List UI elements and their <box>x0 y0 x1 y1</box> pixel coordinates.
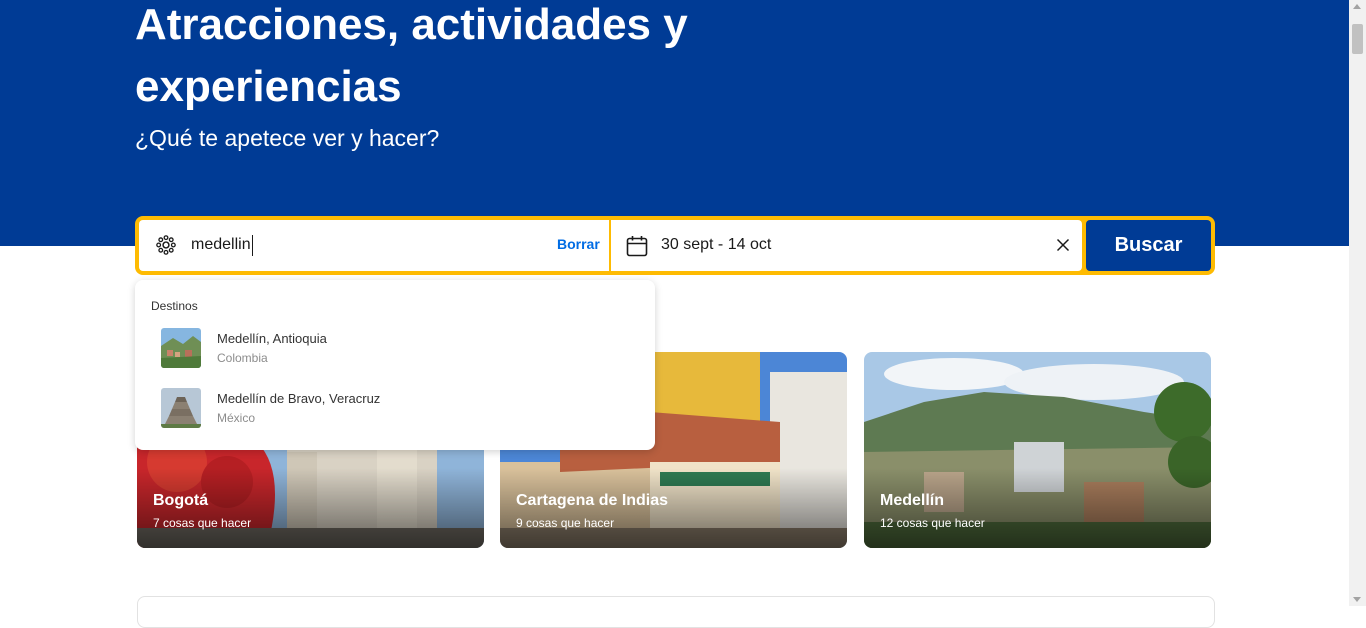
card-title: Bogotá <box>153 492 209 509</box>
destination-card[interactable]: Medellín 12 cosas que hacer <box>864 352 1211 548</box>
next-section-box <box>137 596 1215 628</box>
card-title: Medellín <box>880 492 945 509</box>
suggestions-header: Destinos <box>151 299 198 313</box>
date-range-text: 30 sept - 14 oct <box>661 236 772 253</box>
destination-field[interactable]: Borrar <box>139 220 609 271</box>
card-title: Cartagena de Indias <box>516 492 669 509</box>
suggestion-country: México <box>217 411 256 425</box>
scroll-up-arrow-icon[interactable] <box>1353 4 1361 9</box>
suggestion-name: Medellín de Bravo, Veracruz <box>217 391 381 406</box>
destination-thumbnail <box>161 328 201 368</box>
scroll-down-arrow-icon[interactable] <box>1353 597 1361 602</box>
search-bar: Borrar 30 sept - 14 oct Buscar <box>135 216 1215 275</box>
calendar-icon <box>626 236 648 257</box>
page-subtitle: ¿Qué te apetece ver y hacer? <box>135 125 440 151</box>
text-caret <box>252 235 253 256</box>
close-icon[interactable] <box>1052 234 1074 256</box>
suggestion-item[interactable]: Medellín, Antioquia Colombia <box>135 320 655 376</box>
card-subtitle: 12 cosas que hacer <box>880 516 985 530</box>
suggestion-country: Colombia <box>217 351 268 365</box>
card-subtitle: 9 cosas que hacer <box>516 516 615 530</box>
page-title: Atracciones, actividades y experiencias <box>135 0 688 111</box>
card-subtitle: 7 cosas que hacer <box>153 516 252 530</box>
clear-button[interactable]: Borrar <box>557 236 600 252</box>
suggestion-item[interactable]: Medellín de Bravo, Veracruz México <box>135 380 655 436</box>
attractions-icon <box>156 235 176 255</box>
date-field[interactable]: 30 sept - 14 oct <box>611 220 1082 271</box>
suggestion-name: Medellín, Antioquia <box>217 331 327 346</box>
hero-banner: Atracciones, actividades y experiencias … <box>0 0 1349 246</box>
autocomplete-dropdown: Destinos Medellín, Antioquia Colombia Me… <box>135 280 655 450</box>
page-scrollbar[interactable] <box>1349 0 1366 606</box>
scroll-thumb[interactable] <box>1352 24 1363 54</box>
destination-input[interactable] <box>191 232 491 258</box>
destination-thumbnail <box>161 388 201 428</box>
search-button[interactable]: Buscar <box>1086 220 1211 271</box>
